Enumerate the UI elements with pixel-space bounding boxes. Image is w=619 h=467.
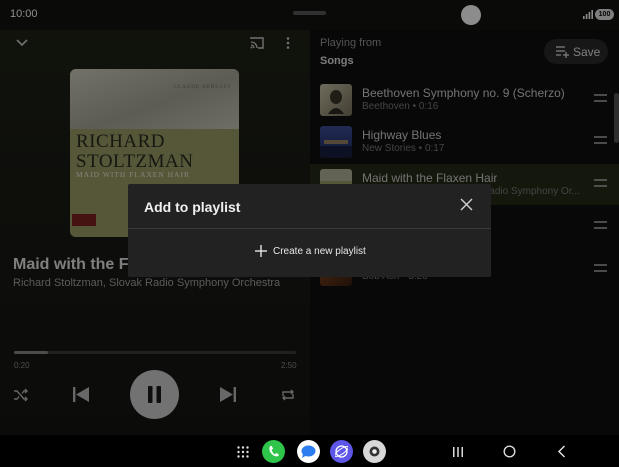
- globe-icon: [335, 445, 348, 458]
- create-playlist-label: Create a new playlist: [273, 246, 366, 257]
- internet-app-icon[interactable]: [330, 440, 353, 463]
- phone-icon: [269, 446, 279, 457]
- recents-icon[interactable]: [452, 446, 464, 458]
- create-playlist-button[interactable]: Create a new playlist: [128, 230, 491, 274]
- navigation-bar: [0, 435, 619, 467]
- messages-app-icon[interactable]: [297, 440, 320, 463]
- camera-icon: [369, 446, 380, 457]
- chat-bubble-icon: [301, 445, 316, 458]
- phone-app-icon[interactable]: [262, 440, 285, 463]
- camera-app-icon[interactable]: [363, 440, 386, 463]
- add-to-playlist-dialog: Add to playlist Create a new playlist: [128, 184, 491, 277]
- apps-grid-icon[interactable]: [237, 446, 249, 458]
- screen: CLAUDE DEBUSSY RICHARD STOLTZMAN MAID WI…: [0, 0, 619, 467]
- back-icon[interactable]: [557, 445, 566, 458]
- dialog-title: Add to playlist: [144, 199, 241, 215]
- divider: [128, 228, 491, 229]
- home-icon[interactable]: [503, 445, 516, 458]
- plus-icon: [255, 245, 267, 257]
- close-icon[interactable]: [459, 197, 474, 212]
